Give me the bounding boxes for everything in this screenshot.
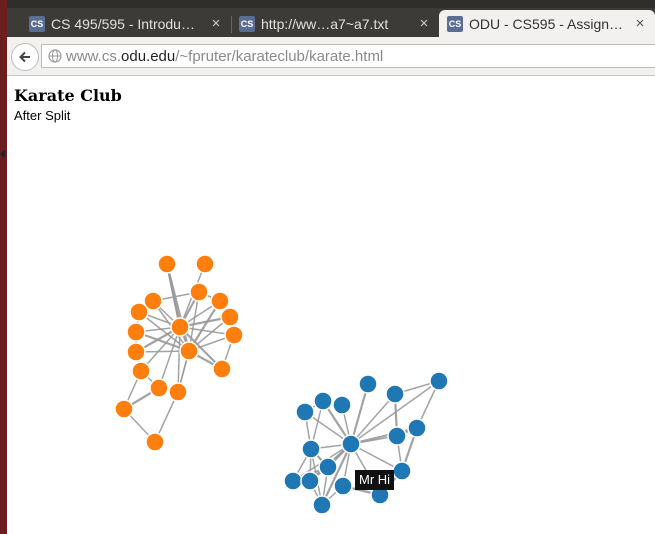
odu-favicon-icon: CS [239, 15, 255, 32]
close-icon[interactable]: × [633, 15, 647, 32]
graph-node-group-a[interactable] [179, 341, 199, 361]
title-bar [7, 0, 655, 8]
graph-node-group-b[interactable] [358, 374, 378, 394]
graph-node-group-a[interactable] [195, 254, 215, 274]
panel-expand-arrow[interactable] [0, 150, 5, 158]
graph-node-group-a[interactable] [168, 382, 188, 402]
graph-node-group-a[interactable] [220, 307, 240, 327]
graph-node-group-b[interactable] [407, 418, 427, 438]
tab-cs595-assignment[interactable]: CS ODU - CS595 - Assign… × [439, 10, 655, 37]
graph-node-group-b[interactable] [301, 439, 321, 459]
graph-node-group-a[interactable] [149, 378, 169, 398]
back-arrow-icon [19, 51, 30, 63]
graph-node-group-b[interactable] [332, 395, 352, 415]
window-edge [0, 0, 7, 534]
url-host: odu.edu [121, 47, 176, 65]
tab-cs495[interactable]: CS CS 495/595 - Introdu… × [21, 10, 231, 37]
graph-node-group-a[interactable] [131, 361, 151, 381]
graph-node-group-b[interactable] [313, 391, 333, 411]
graph-node-group-a[interactable] [114, 399, 134, 419]
graph-node-group-a[interactable] [189, 282, 209, 302]
odu-favicon-icon: CS [29, 15, 45, 32]
node-tooltip: Mr Hi [355, 470, 395, 490]
graph-node-group-b[interactable] [312, 495, 332, 515]
graph-node-group-b[interactable] [341, 434, 361, 454]
graph-node-group-a[interactable] [126, 342, 146, 362]
close-icon[interactable]: × [209, 15, 223, 32]
graph-node-group-a[interactable] [126, 322, 146, 342]
url-prefix: www.cs. [66, 47, 122, 65]
graph-node-group-a[interactable] [210, 291, 230, 311]
graph-node-group-a[interactable] [212, 359, 232, 379]
graph-node-group-b[interactable] [387, 426, 407, 446]
graph-node-group-b[interactable] [318, 457, 338, 477]
graph-node-group-a[interactable] [145, 432, 165, 452]
graph-node-group-a[interactable] [129, 302, 149, 322]
url-path: /~fpruter/karateclub/karate.html [175, 47, 384, 65]
tab-strip: CS CS 495/595 - Introdu… × CS http://ww…… [7, 8, 655, 37]
tab-title: ODU - CS595 - Assign… [469, 15, 624, 32]
tab-title: CS 495/595 - Introdu… [51, 15, 195, 32]
address-bar[interactable]: www.cs. odu.edu/~fpruter/karateclub/karat… [41, 44, 655, 68]
odu-favicon-icon: CS [447, 15, 463, 32]
graph-node-group-a[interactable] [224, 325, 244, 345]
tab-a7-text[interactable]: CS http://ww…a7~a7.txt × [231, 10, 439, 37]
graph-node-group-b[interactable] [283, 471, 303, 491]
graph-node-group-b[interactable] [333, 476, 353, 496]
back-button[interactable] [11, 43, 39, 71]
globe-icon [48, 49, 62, 63]
close-icon[interactable]: × [417, 15, 431, 32]
page-content: Karate Club After Split Mr Hi [7, 76, 655, 534]
tab-title: http://ww…a7~a7.txt [261, 15, 389, 32]
graph-node-group-b[interactable] [385, 384, 405, 404]
graph-node-group-b[interactable] [300, 471, 320, 491]
navigation-toolbar: www.cs. odu.edu/~fpruter/karateclub/karat… [7, 37, 655, 76]
graph-node-group-b[interactable] [429, 371, 449, 391]
network-graph[interactable] [7, 76, 655, 534]
graph-node-group-b[interactable] [392, 461, 412, 481]
graph-node-group-a[interactable] [157, 254, 177, 274]
graph-node-group-a[interactable] [170, 317, 190, 337]
graph-node-group-b[interactable] [295, 402, 315, 422]
